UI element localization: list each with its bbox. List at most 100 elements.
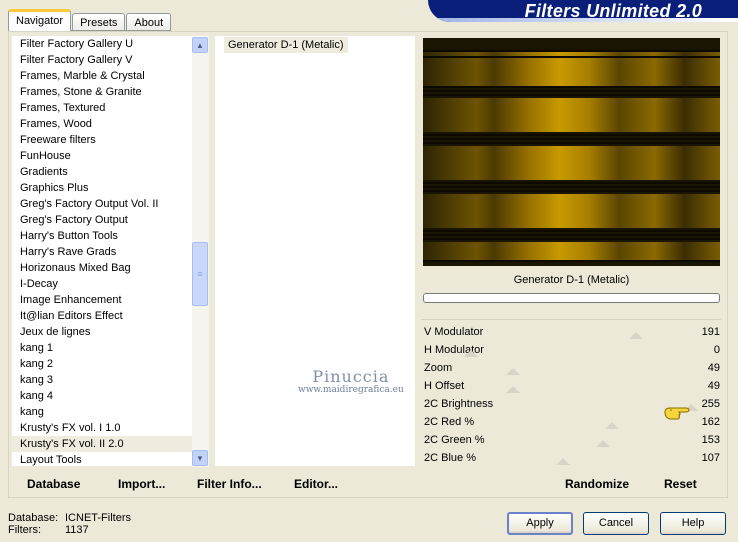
category-item[interactable]: It@lian Editors Effect	[12, 308, 208, 324]
chevron-up-icon: ▲	[196, 40, 204, 50]
category-item[interactable]: Harry's Button Tools	[12, 228, 208, 244]
category-item[interactable]: Frames, Stone & Granite	[12, 84, 208, 100]
tab-presets[interactable]: Presets	[72, 13, 126, 31]
watermark-name: Pinuccia	[312, 367, 390, 386]
preview-band	[423, 146, 720, 180]
cancel-button[interactable]: Cancel	[583, 512, 649, 535]
category-item[interactable]: Horizonaus Mixed Bag	[12, 260, 208, 276]
category-item[interactable]: kang 3	[12, 372, 208, 388]
slider-track[interactable]	[471, 386, 691, 394]
slider-thumb[interactable]	[505, 368, 520, 375]
preview-stripe	[423, 234, 720, 236]
slider-thumb[interactable]	[629, 332, 643, 339]
category-item[interactable]: Krusty's FX vol. I 1.0	[12, 420, 208, 436]
slider-track[interactable]	[471, 368, 691, 376]
category-item[interactable]: Krusty's FX vol. II 2.0	[12, 436, 208, 452]
preview-stripe	[423, 90, 720, 92]
slider-track[interactable]	[471, 332, 691, 340]
category-item[interactable]: FunHouse	[12, 148, 208, 164]
category-item[interactable]: Filter Factory Gallery U	[12, 36, 208, 52]
preview-stripe	[423, 50, 720, 52]
slider-track[interactable]	[471, 458, 691, 466]
slider-label: 2C Blue %	[424, 452, 476, 464]
slider-row[interactable]: H Modulator 0	[421, 341, 721, 359]
slider-thumb[interactable]	[464, 350, 478, 357]
slider-row[interactable]: Zoom 49	[421, 359, 721, 377]
slider-value: 107	[701, 452, 720, 464]
watermark: Pinuccia www.maidiregrafica.eu	[298, 367, 404, 395]
preview-stripe	[423, 190, 720, 192]
filters-label: Filters:	[8, 524, 41, 536]
banner: Filters Unlimited 2.0	[428, 0, 738, 22]
slider-row[interactable]: 2C Green % 153	[421, 431, 721, 449]
scroll-up-button[interactable]: ▲	[192, 37, 208, 53]
category-item[interactable]: Jeux de lignes	[12, 324, 208, 340]
banner-title: Filters Unlimited 2.0	[524, 1, 702, 21]
slider-value: 191	[701, 326, 720, 338]
slider-row[interactable]: 2C Blue % 107	[421, 449, 721, 467]
slider-track[interactable]	[471, 404, 698, 412]
slider-thumb[interactable]	[604, 422, 619, 429]
preview-band	[423, 98, 720, 132]
tab-navigator[interactable]: Navigator	[8, 9, 72, 31]
preview-stripe	[423, 134, 720, 136]
database-value: ICNET-Filters	[65, 512, 131, 524]
preview-stripe	[423, 138, 720, 140]
progress-bar	[423, 293, 720, 303]
category-item[interactable]: Harry's Rave Grads	[12, 244, 208, 260]
category-item[interactable]: Filter Factory Gallery V	[12, 52, 208, 68]
slider-thumb[interactable]	[505, 386, 520, 393]
category-item[interactable]: I-Decay	[12, 276, 208, 292]
preview-band	[423, 194, 720, 228]
category-item[interactable]: Layout Tools	[12, 452, 208, 466]
filter-info-button[interactable]: Filter Info...	[197, 476, 262, 492]
slider-row[interactable]: V Modulator 191	[421, 323, 721, 341]
category-item[interactable]: kang 4	[12, 388, 208, 404]
tab-about[interactable]: About	[126, 13, 172, 31]
slider-value: 162	[701, 416, 720, 428]
preview-stripe	[423, 186, 720, 188]
category-item[interactable]: kang 2	[12, 356, 208, 372]
preview-stripe	[423, 230, 720, 232]
category-item[interactable]: Greg's Factory Output	[12, 212, 208, 228]
category-item[interactable]: Frames, Textured	[12, 100, 208, 116]
slider-thumb[interactable]	[556, 458, 571, 465]
category-scrollbar[interactable]: ▲ ≡ ▼	[192, 37, 209, 467]
category-list[interactable]: Filter Factory Gallery U Filter Factory G…	[12, 36, 208, 466]
preview-band	[423, 242, 720, 260]
category-item[interactable]: Gradients	[12, 164, 208, 180]
preview-stripe	[423, 56, 720, 58]
category-item[interactable]: kang	[12, 404, 208, 420]
category-item[interactable]: Frames, Marble & Crystal	[12, 68, 208, 84]
slider-value: 0	[713, 344, 720, 356]
category-item[interactable]: kang 1	[12, 340, 208, 356]
scroll-thumb[interactable]: ≡	[192, 242, 208, 306]
category-item[interactable]: Image Enhancement	[12, 292, 208, 308]
preview-stripe	[423, 86, 720, 88]
database-button[interactable]: Database	[27, 476, 80, 492]
filter-list[interactable]: Generator D-1 (Metalic)	[215, 36, 415, 466]
help-button[interactable]: Help	[660, 512, 726, 535]
slider-divider	[421, 319, 721, 320]
slider-track[interactable]	[471, 440, 691, 448]
category-item[interactable]: Greg's Factory Output Vol. II	[12, 196, 208, 212]
slider-track[interactable]	[471, 422, 691, 430]
slider-value: 255	[701, 398, 720, 410]
randomize-button[interactable]: Randomize	[565, 476, 629, 492]
database-info: Database: ICNET-Filters Filters: 1137	[8, 512, 131, 536]
slider-track[interactable]	[464, 350, 691, 358]
chevron-down-icon: ▼	[196, 453, 204, 463]
editor-button[interactable]: Editor...	[294, 476, 338, 492]
filter-item-generator[interactable]: Generator D-1 (Metalic)	[224, 37, 348, 53]
category-item[interactable]: Frames, Wood	[12, 116, 208, 132]
apply-button[interactable]: Apply	[507, 512, 573, 535]
slider-row[interactable]: H Offset 49	[421, 377, 721, 395]
category-item[interactable]: Graphics Plus	[12, 180, 208, 196]
scroll-down-button[interactable]: ▼	[192, 450, 208, 466]
slider-panel: V Modulator 191 H Modulator 0 Zoom 49 H Offset…	[421, 323, 721, 467]
slider-label: Zoom	[424, 362, 453, 374]
reset-button[interactable]: Reset	[664, 476, 697, 492]
category-item[interactable]: Freeware filters	[12, 132, 208, 148]
import-button[interactable]: Import...	[118, 476, 165, 492]
slider-thumb[interactable]	[596, 440, 610, 447]
